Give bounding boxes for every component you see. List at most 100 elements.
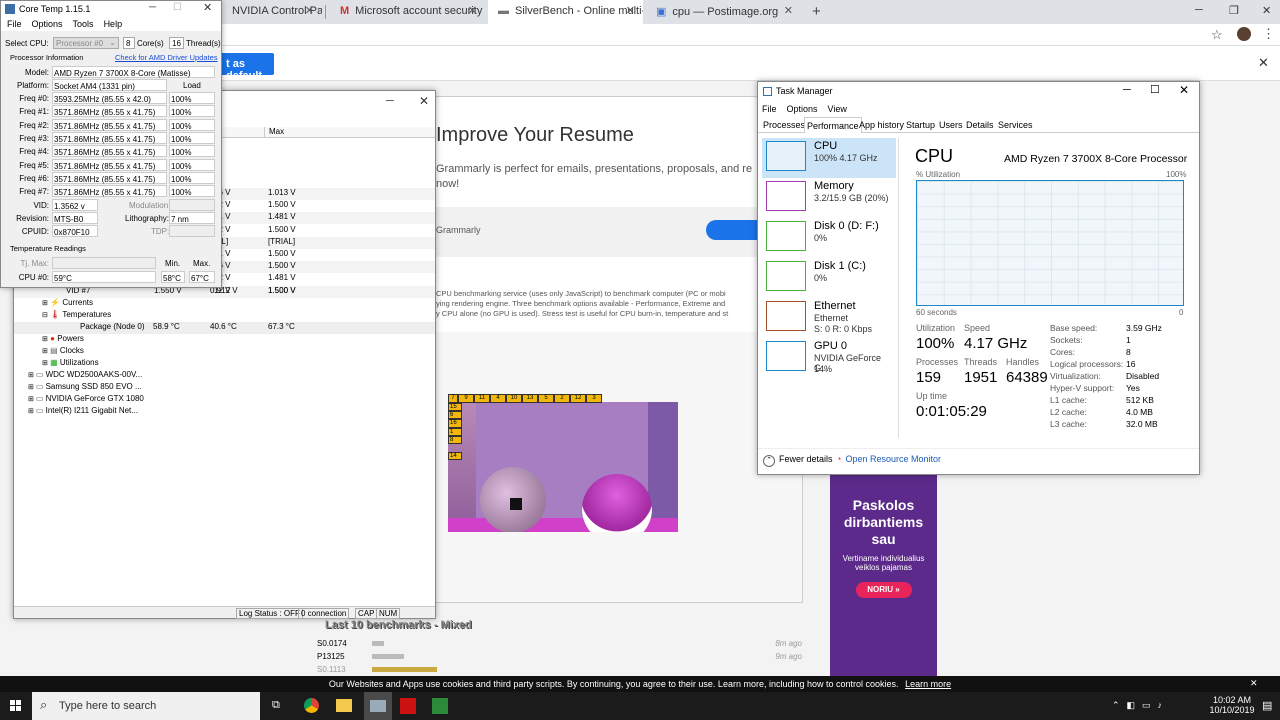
star-icon[interactable]: ☆ [1211,27,1223,43]
menu-options[interactable]: Options [32,19,63,29]
sidebar-item-memory[interactable]: Memory 3.2/15.9 GB (20%) [762,178,896,218]
sidebar-item-disk[interactable]: Disk 0 (D: F:) 0% [762,218,896,258]
expand-icon[interactable]: ⊞ [42,336,48,343]
learn-more-link[interactable]: Learn more [905,679,951,689]
tab-performance[interactable]: Performance [804,117,862,133]
sidebar-item-gpu[interactable]: GPU 0 NVIDIA GeForce G... 14% [762,338,896,378]
ad-button[interactable]: NORIU » [855,582,912,598]
menu-options[interactable]: Options [787,104,818,114]
fewer-details-button[interactable]: ⌃ Fewer details [763,454,833,467]
close-icon[interactable]: ✕ [1250,678,1258,689]
tree-label: Temperatures [62,310,112,319]
expand-icon[interactable]: ⊞ [28,408,36,415]
task-view-icon[interactable]: ⧉ [272,699,280,712]
list-item[interactable]: P13125 9m ago [317,652,802,665]
menu-view[interactable]: View [828,104,847,114]
close-icon[interactable]: ✕ [305,4,314,17]
tab-app-history[interactable]: App history [857,117,906,133]
tree-item-utilizations[interactable]: ⊞ ▦ Utilizations [42,358,99,370]
minimize-button[interactable]: ─ [386,95,394,107]
expand-icon[interactable]: ⊞ [42,360,48,367]
collapse-icon[interactable]: ⊟ [42,312,48,319]
tab-microsoft[interactable]: M Microsoft account security code✕ [330,0,485,24]
minimize-button[interactable]: ─ [1123,84,1131,96]
app-icon[interactable] [432,698,448,714]
spec-label: Cores: [1050,347,1076,357]
explorer-taskbar-icon[interactable] [336,699,352,712]
windows-start-icon[interactable] [10,700,22,712]
description: CPU benchmarking service (uses only Java… [436,289,728,319]
expand-icon[interactable]: ⊞ [42,348,48,355]
search-box[interactable]: ⌕ Type here to search [32,692,260,720]
menu-tools[interactable]: Tools [73,19,94,29]
sidebar-item-detail: 0% [814,273,828,283]
maximize-button[interactable]: ☐ [1150,83,1160,96]
close-window-button[interactable]: ✕ [1179,83,1189,97]
tab-nvidia[interactable]: NVIDIA Control Panel✕ [222,0,322,24]
app-icon[interactable] [400,698,416,714]
freq-value: 3571.86MHz (85.55 x 41.75) [52,185,167,198]
tree-item-powers[interactable]: ⊞ ● Powers [42,334,84,346]
chrome-taskbar-icon[interactable] [304,698,319,713]
tree-item-device[interactable]: ⊞ ▭ Samsung SSD 850 EVO ... [28,382,142,394]
close-window-button[interactable]: ✕ [1262,4,1271,17]
tab-label: Details [966,120,994,130]
minimize-button[interactable]: ─ [1195,4,1203,16]
open-resource-monitor-link[interactable]: ◔ Open Resource Monitor [836,454,941,464]
close-window-button[interactable]: ✕ [419,94,429,108]
tab-services[interactable]: Services [996,117,1035,133]
tdp-label: TDP: [151,227,170,236]
driver-update-link[interactable]: Check for AMD Driver Updates [115,53,218,62]
graph-thumbnail-icon [766,261,806,291]
expand-icon[interactable]: ⊞ [42,300,48,307]
close-icon[interactable]: ✕ [626,4,635,17]
tile-row: 7 9 11 4 10 13 5 2 12 3 [448,394,602,403]
close-icon[interactable]: ✕ [468,4,477,17]
clock[interactable]: 10:02 AM 10/10/2019 [1205,695,1259,715]
maximize-button[interactable]: ❐ [1229,4,1239,17]
tree-item-device[interactable]: ⊞ ▭ NVIDIA GeForce GTX 1080 [28,394,144,406]
title-bar: Task Manager ─ ☐ ✕ [758,82,1199,101]
freq-row: Freq #5: 3571.86MHz (85.55 x 41.75) 100% [1,158,221,172]
tree-item-temperatures[interactable]: ⊟ 🌡 Temperatures [42,310,111,322]
tray-icons[interactable]: ⌃◧▭♪ [1112,700,1169,711]
col-max[interactable]: Max [264,127,284,138]
sensor-value: [TRIAL] [268,236,296,246]
tree-item-currents[interactable]: ⊞ ⚡ Currents [42,298,93,310]
new-tab-button[interactable]: + [812,3,821,20]
menu-file[interactable]: File [762,104,777,114]
tree-item-device[interactable]: ⊞ ▭ Intel(R) I211 Gigabit Net... [28,406,138,418]
cpu-select[interactable]: Processor #0 ⌄ [53,37,119,49]
tree-item-clocks[interactable]: ⊞ ▤ Clocks [42,346,84,358]
tree-item-device[interactable]: ⊞ ▭ WDC WD2500AAKS-00V... [28,370,142,382]
close-window-button[interactable]: ✕ [203,1,212,14]
minimize-button[interactable]: ─ [149,2,156,13]
spec-label: Sockets: [1050,335,1083,345]
menu-icon[interactable]: ⋮ [1262,26,1275,42]
sidebar-item-ethernet[interactable]: Ethernet Ethernet S: 0 R: 0 Kbps [762,298,896,338]
ad-banner[interactable]: Paskolos dirbantiems sau Vertiname indiv… [830,475,937,677]
load-value: 100% [169,171,215,184]
avatar[interactable] [1237,27,1251,41]
tab-users[interactable]: Users [937,117,965,133]
sidebar-item-disk[interactable]: Disk 1 (C:) 0% [762,258,896,298]
expand-icon[interactable]: ⊞ [28,384,36,391]
sidebar-item-cpu[interactable]: CPU 100% 4.17 GHz [762,138,896,178]
expand-icon[interactable]: ⊞ [28,372,36,379]
notification-icon[interactable]: ▤ [1262,699,1272,712]
tab-details[interactable]: Details [964,117,996,133]
menu-file[interactable]: File [7,19,22,29]
tab-startup[interactable]: Startup [904,117,937,133]
tab-postimage[interactable]: ▣ cpu — Postimage.org ✕ [646,0,801,24]
expand-icon[interactable]: ⊞ [28,396,36,403]
load-value: 100% [169,92,215,104]
spec-label: L3 cache: [1050,419,1087,429]
tab-processes[interactable]: Processes [761,117,807,133]
close-icon[interactable]: ✕ [784,4,793,17]
tab-silverbench[interactable]: ▬ SilverBench - Online multi-core C✕ [488,0,643,24]
list-item[interactable]: S0.0174 8m ago [317,639,802,652]
close-icon[interactable]: ✕ [1258,55,1269,71]
maximize-button[interactable]: ☐ [173,2,182,13]
menu-help[interactable]: Help [104,19,123,29]
active-app-icon[interactable] [364,692,392,720]
